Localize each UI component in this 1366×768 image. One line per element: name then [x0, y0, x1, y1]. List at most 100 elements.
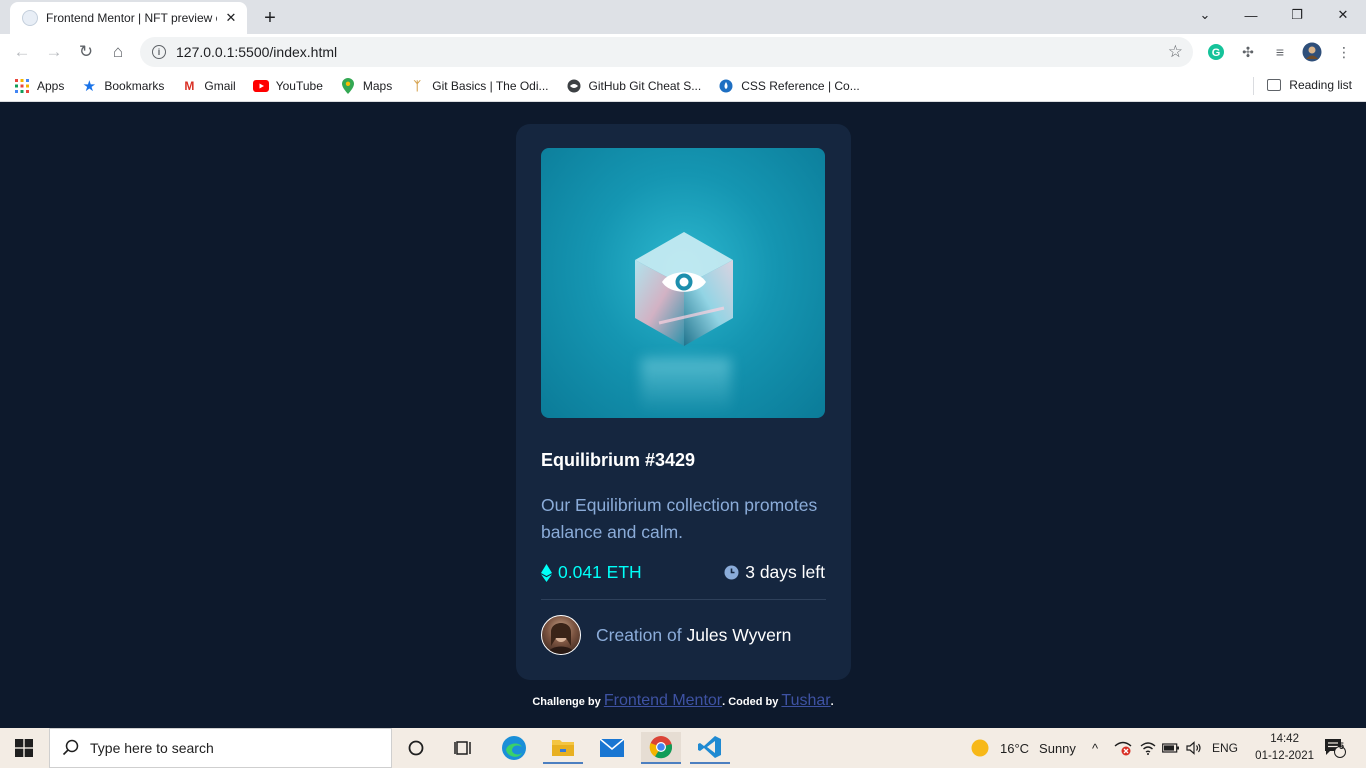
clock-icon — [724, 565, 739, 580]
time-left-value: 3 days left — [745, 562, 825, 582]
cortana-circle-icon[interactable] — [396, 732, 436, 764]
creator-name-link[interactable]: Jules Wyvern — [686, 625, 791, 645]
browser-toolbar: ← → ↻ ⌂ i 127.0.0.1:5500/index.html ☆ G … — [0, 34, 1366, 70]
network-disconnected-icon[interactable] — [1114, 728, 1132, 768]
address-bar[interactable]: i 127.0.0.1:5500/index.html ☆ — [140, 37, 1193, 67]
nft-description: Our Equilibrium collection promotes bala… — [541, 495, 818, 542]
cube-reflection — [641, 358, 731, 413]
extensions-puzzle-icon[interactable]: ✣ — [1238, 42, 1258, 62]
battery-icon[interactable] — [1162, 728, 1180, 768]
bookmark-css-reference[interactable]: CSS Reference | Co... — [718, 78, 860, 94]
taskbar-search-box[interactable]: Type here to search — [49, 728, 392, 768]
attribution: Challenge by Frontend Mentor. Coded by T… — [0, 692, 1366, 710]
reading-list-button[interactable]: Reading list — [1267, 78, 1352, 92]
media-queue-icon[interactable]: ≡ — [1270, 42, 1290, 62]
notification-count: 5 — [1338, 741, 1344, 751]
bookmark-gmail[interactable]: M Gmail — [181, 78, 235, 94]
input-language-indicator[interactable]: ENG — [1212, 728, 1238, 768]
codrops-icon — [718, 78, 734, 94]
tab-favicon-icon — [22, 10, 38, 26]
bookmark-bookmarks[interactable]: ★ Bookmarks — [81, 77, 165, 95]
edge-browser-icon[interactable] — [494, 732, 534, 764]
site-info-icon[interactable]: i — [152, 45, 166, 59]
bookmark-star-icon[interactable]: ☆ — [1168, 42, 1183, 62]
grammarly-extension-icon[interactable]: G — [1206, 42, 1226, 62]
speaker-volume-icon[interactable] — [1186, 728, 1202, 768]
profile-avatar-icon[interactable] — [1302, 42, 1322, 62]
back-arrow-icon[interactable]: ← — [8, 38, 36, 66]
task-view-icon[interactable] — [444, 732, 484, 764]
attribution-suffix: . — [830, 696, 834, 708]
restore-window-icon[interactable]: ❐ — [1274, 0, 1320, 30]
chrome-taskbar-icon[interactable] — [641, 732, 681, 764]
show-hidden-icons-chevron-up-icon[interactable]: ^ — [1092, 728, 1098, 768]
vscode-icon[interactable] — [690, 732, 730, 764]
new-tab-button[interactable]: + — [256, 4, 284, 32]
bookmark-label: YouTube — [275, 78, 323, 93]
creator-prefix: Creation of — [596, 625, 682, 645]
file-explorer-icon[interactable] — [543, 732, 583, 764]
bookmark-odin[interactable]: ᛉ Git Basics | The Odi... — [409, 78, 549, 94]
weather-description: Sunny — [1039, 740, 1076, 756]
gmail-icon: M — [184, 78, 195, 93]
tab-strip: Frontend Mentor | NFT preview c ✕ + ⌄ — … — [0, 0, 1366, 34]
tab-search-chevron-down-icon[interactable]: ⌄ — [1182, 0, 1228, 30]
mail-icon[interactable] — [592, 732, 632, 764]
clock-time: 14:42 — [1270, 733, 1299, 745]
ethereum-icon — [541, 563, 552, 582]
chrome-menu-icon[interactable]: ⋮ — [1334, 42, 1354, 62]
bookmark-youtube[interactable]: YouTube — [252, 78, 323, 94]
close-window-icon[interactable]: ✕ — [1320, 0, 1366, 30]
price-value: 0.041 ETH — [558, 562, 642, 582]
search-icon — [62, 739, 79, 756]
attribution-middle: . Coded by — [722, 696, 779, 708]
bookmark-label: Bookmarks — [104, 78, 165, 93]
creator-line: Creation of Jules Wyvern — [596, 625, 791, 646]
bookmark-label: CSS Reference | Co... — [741, 78, 860, 93]
nft-price: 0.041 ETH — [541, 562, 642, 583]
bookmark-label: Gmail — [204, 78, 236, 93]
weather-widget[interactable]: 16°C Sunny — [970, 728, 1076, 768]
search-placeholder: Type here to search — [90, 740, 214, 756]
system-clock[interactable]: 14:42 01-12-2021 — [1255, 731, 1314, 765]
sun-icon — [971, 739, 989, 757]
url-text: 127.0.0.1:5500/index.html — [176, 44, 338, 60]
bookmarks-divider — [1253, 77, 1254, 95]
browser-tab-active[interactable]: Frontend Mentor | NFT preview c ✕ — [10, 2, 247, 34]
nft-image[interactable] — [541, 148, 825, 418]
nft-time-left: 3 days left — [724, 562, 825, 583]
bookmarks-bar: Apps ★ Bookmarks M Gmail YouTube Maps ᛉ … — [0, 70, 1366, 102]
bookmark-label: Maps — [362, 78, 393, 93]
notifications-button[interactable]: 5 — [1324, 728, 1346, 768]
bookmark-apps[interactable]: Apps — [14, 78, 64, 94]
bookmark-github[interactable]: GitHub Git Cheat S... — [566, 78, 702, 94]
youtube-icon — [252, 78, 269, 94]
reload-icon[interactable]: ↻ — [72, 38, 100, 66]
clock-date: 01-12-2021 — [1255, 750, 1314, 762]
maps-pin-icon — [340, 77, 356, 94]
wifi-icon[interactable] — [1140, 728, 1156, 768]
star-icon: ★ — [82, 77, 97, 95]
nft-title[interactable]: Equilibrium #3429 — [541, 450, 695, 471]
frontend-mentor-link[interactable]: Frontend Mentor — [604, 692, 722, 709]
start-button[interactable] — [0, 728, 48, 768]
windows-logo-icon — [15, 739, 33, 757]
windows-taskbar: Type here to search 16°C Sunny ^ ENG 14:… — [0, 728, 1366, 768]
bookmark-label: Apps — [37, 78, 65, 93]
svg-text:G: G — [1212, 47, 1221, 59]
weather-temperature: 16°C — [1000, 740, 1030, 756]
reading-list-label: Reading list — [1289, 78, 1352, 92]
nft-card: Equilibrium #3429 Our Equilibrium collec… — [516, 124, 851, 680]
tab-title: Frontend Mentor | NFT preview c — [46, 11, 217, 25]
github-icon — [566, 78, 582, 94]
bookmark-maps[interactable]: Maps — [340, 77, 393, 94]
close-tab-icon[interactable]: ✕ — [223, 10, 239, 26]
author-link[interactable]: Tushar — [781, 692, 830, 709]
odin-icon: ᛉ — [413, 78, 421, 93]
minimize-icon[interactable]: — — [1228, 0, 1274, 30]
forward-arrow-icon[interactable]: → — [40, 38, 68, 66]
creator-avatar — [541, 615, 581, 655]
home-icon[interactable]: ⌂ — [104, 38, 132, 66]
bookmark-label: GitHub Git Cheat S... — [588, 78, 702, 93]
view-eye-icon — [662, 272, 706, 292]
